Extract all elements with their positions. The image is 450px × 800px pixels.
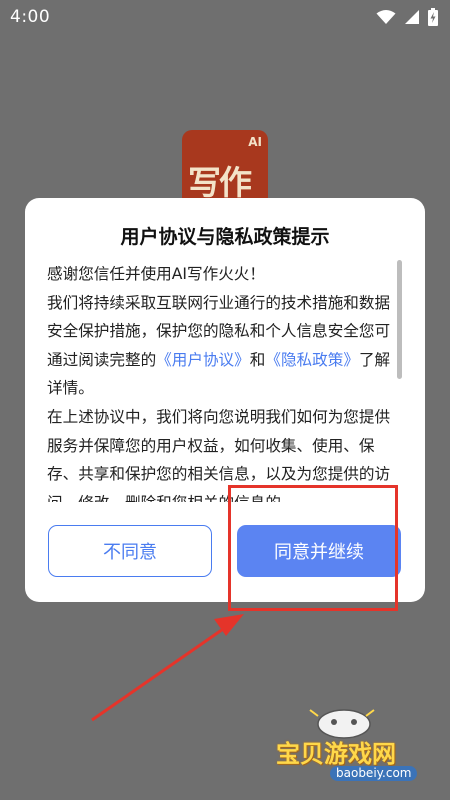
watermark-name: 宝贝游戏网 xyxy=(276,740,396,768)
watermark: 宝贝游戏网 baobeiy.com xyxy=(270,700,442,788)
annotation-arrow-icon xyxy=(91,614,244,722)
screen: 4:00 AI 写作 用户协议与隐私政策提示 感谢您信任并使用AI写作火火！ 我… xyxy=(0,0,450,800)
watermark-url: baobeiy.com xyxy=(330,766,418,781)
